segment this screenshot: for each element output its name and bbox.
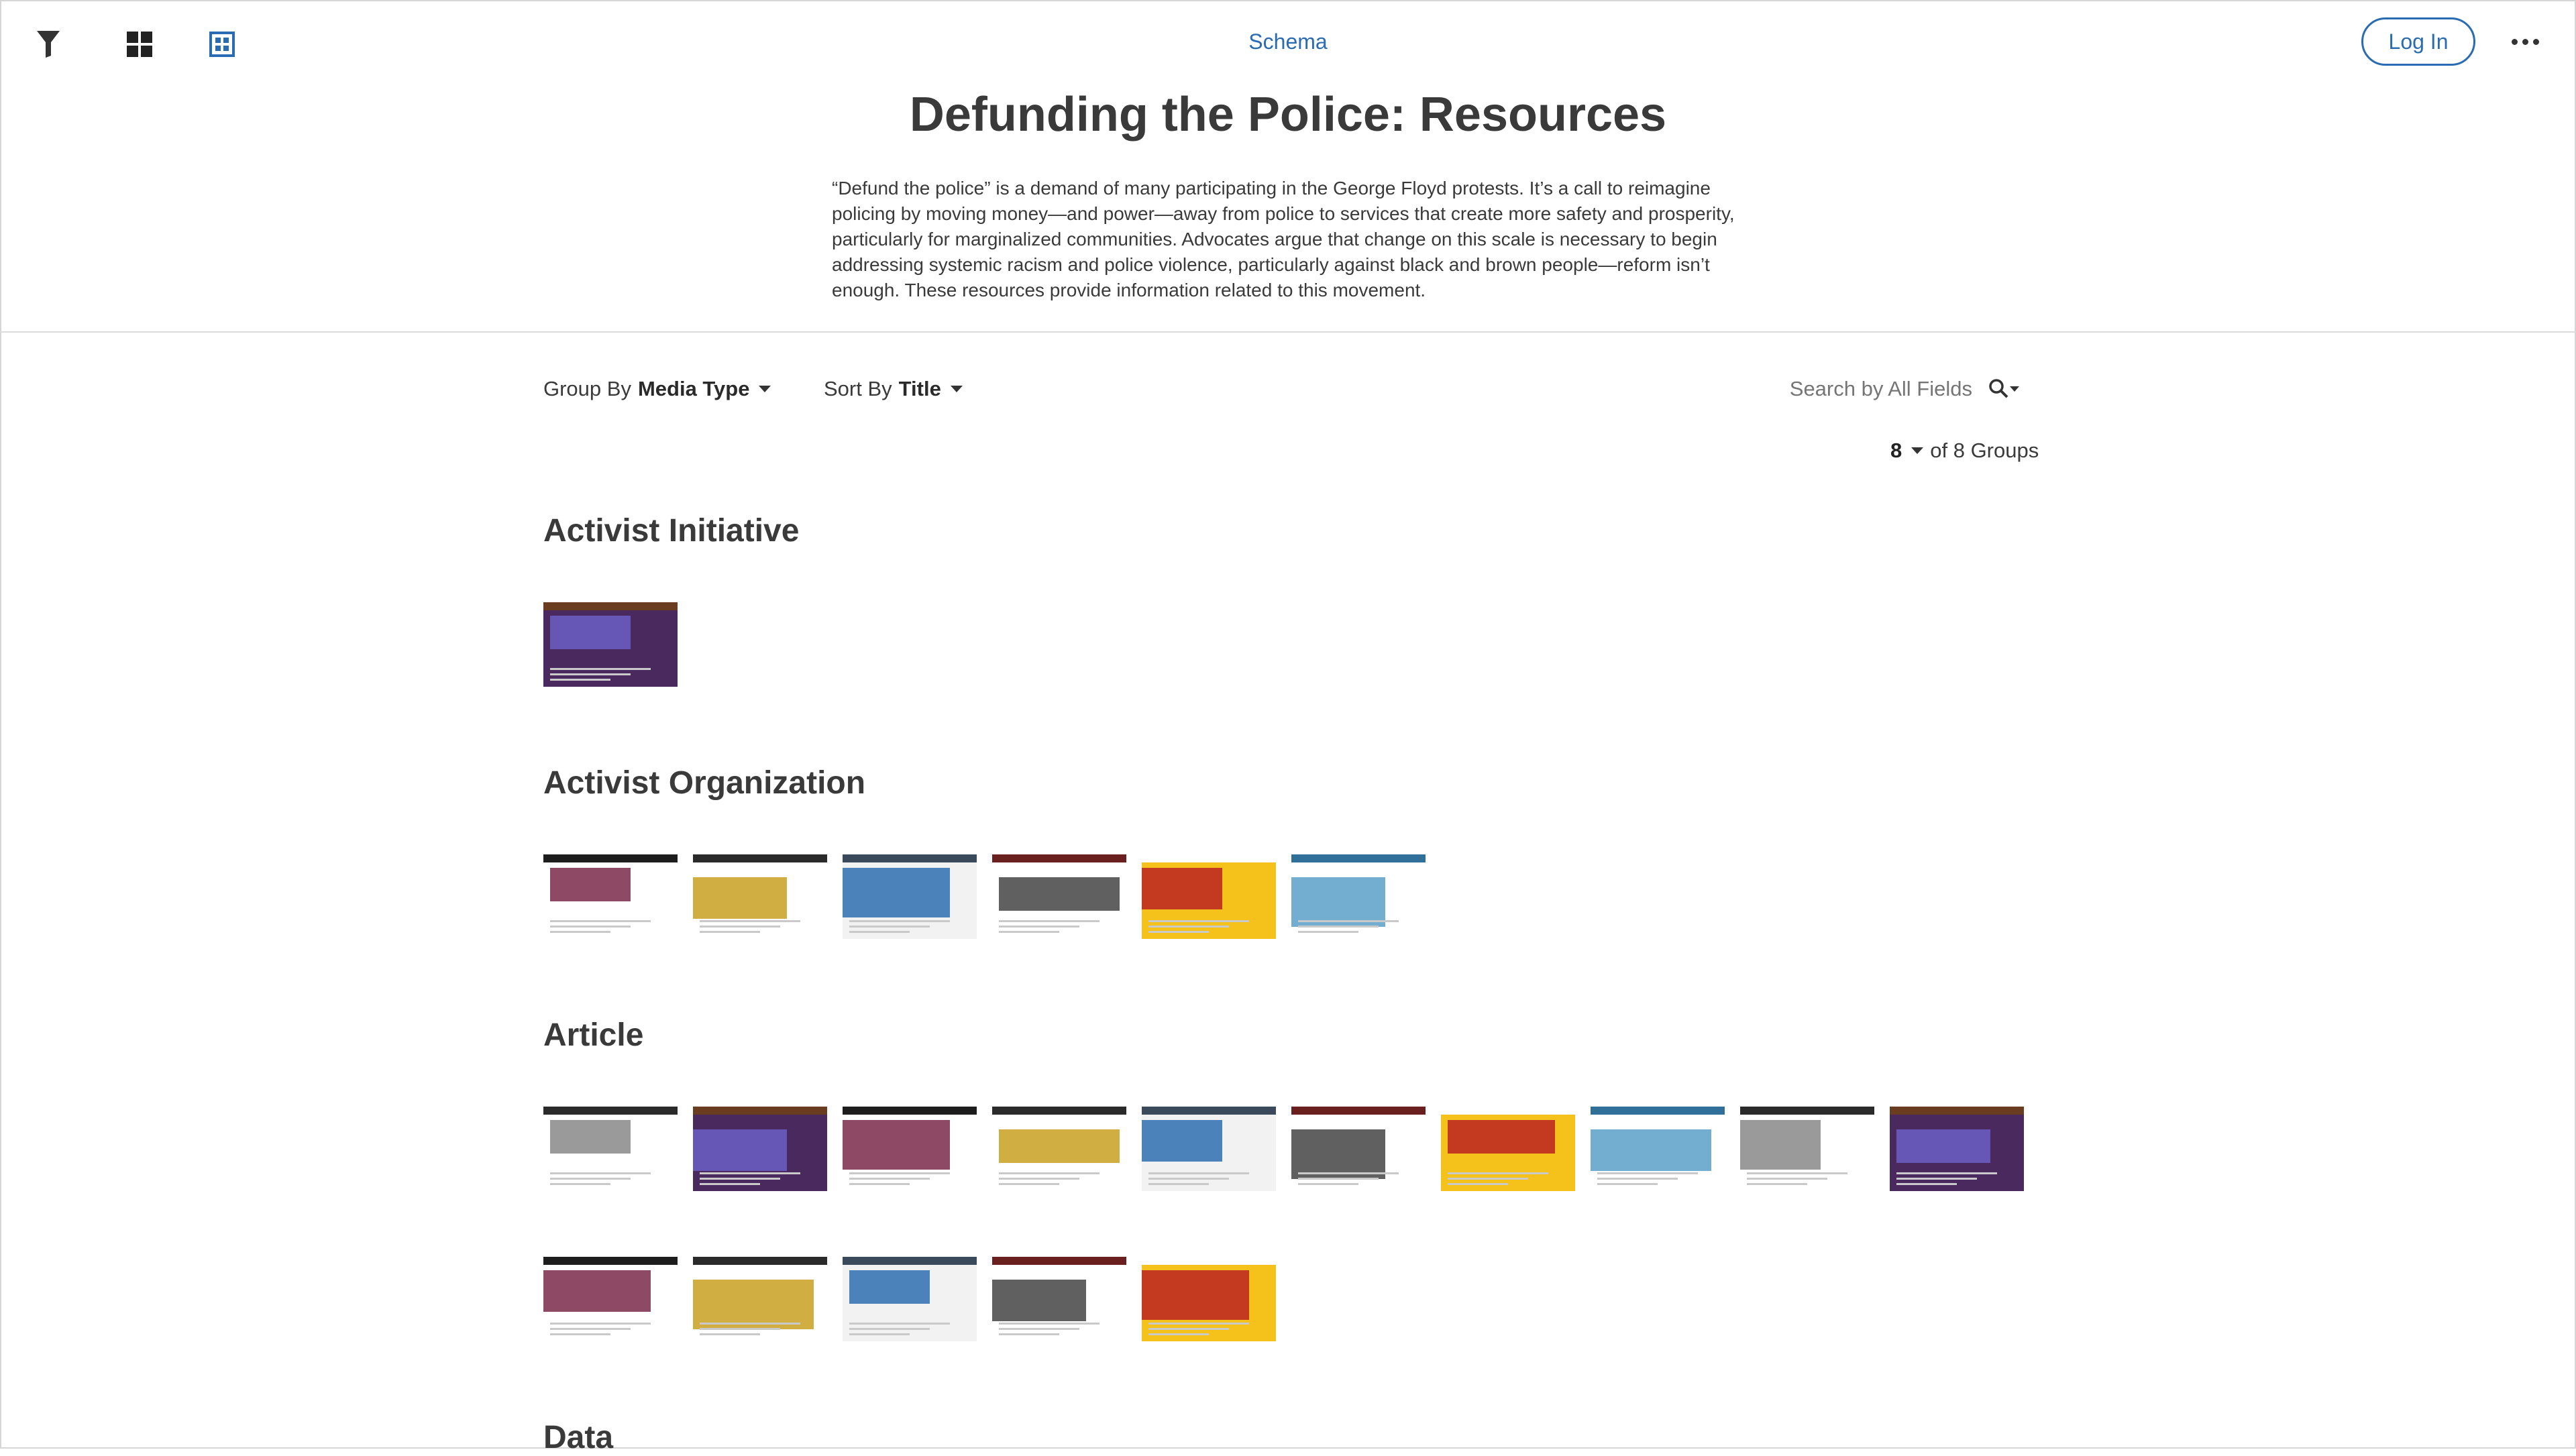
resource-thumbnail[interactable] [1441, 1107, 1575, 1191]
resource-thumbnail[interactable] [693, 1257, 827, 1341]
group-by-dropdown[interactable]: Group By Media Type [543, 377, 771, 401]
caret-down-icon[interactable] [1911, 447, 1924, 454]
resource-thumbnail[interactable] [1291, 854, 1426, 939]
resource-thumbnail[interactable] [543, 1107, 678, 1191]
gallery-view-icon[interactable] [203, 25, 241, 63]
resource-thumbnail[interactable] [1142, 854, 1276, 939]
resource-thumbnail[interactable] [992, 1107, 1126, 1191]
sort-by-prefix: Sort By [824, 377, 892, 400]
group-by-value: Media Type [637, 377, 750, 400]
resource-thumbnail[interactable] [1591, 1107, 1725, 1191]
resource-thumbnail[interactable] [1142, 1257, 1276, 1341]
more-dots-icon[interactable] [2505, 30, 2545, 54]
resource-thumbnail[interactable] [843, 1257, 977, 1341]
group-by-prefix: Group By [543, 377, 631, 400]
groups-total-text: of 8 Groups [1930, 439, 2039, 462]
resource-thumbnail[interactable] [1291, 1107, 1426, 1191]
resource-thumbnail[interactable] [693, 1107, 827, 1191]
group-title-activist-organization: Activist Organization [543, 765, 866, 801]
caret-down-icon [759, 386, 771, 392]
page-title: Defunding the Police: Resources [909, 88, 1667, 142]
group-title-activist-initiative: Activist Initiative [543, 513, 800, 549]
header-divider [0, 331, 2576, 333]
search-input[interactable] [1690, 377, 1972, 401]
resource-thumbnail[interactable] [693, 854, 827, 939]
resource-thumbnail[interactable] [1740, 1107, 1874, 1191]
groups-shown-selector[interactable]: 8 [1890, 439, 1902, 463]
group-title-data: Data [543, 1420, 614, 1455]
search-icon[interactable] [1988, 376, 2026, 402]
resource-thumbnail[interactable] [992, 854, 1126, 939]
login-button[interactable]: Log In [2361, 17, 2475, 66]
grid-view-icon[interactable] [121, 25, 158, 63]
group-title-article: Article [543, 1017, 644, 1053]
filter-icon[interactable] [30, 25, 67, 63]
groups-count: 8 of 8 Groups [1890, 439, 2039, 463]
schema-link[interactable]: Schema [1234, 30, 1342, 54]
resource-thumbnail[interactable] [543, 1257, 678, 1341]
page-description: “Defund the police” is a demand of many … [832, 178, 1735, 300]
caret-down-icon [950, 386, 963, 392]
caret-down-icon [2010, 386, 2019, 392]
resource-thumbnail[interactable] [1142, 1107, 1276, 1191]
resource-thumbnail[interactable] [843, 854, 977, 939]
sort-by-value: Title [898, 377, 941, 400]
resource-thumbnail[interactable] [843, 1107, 977, 1191]
resource-thumbnail[interactable] [1890, 1107, 2024, 1191]
resource-thumbnail[interactable] [543, 602, 678, 687]
sort-by-dropdown[interactable]: Sort By Title [824, 377, 963, 401]
resource-thumbnail[interactable] [543, 854, 678, 939]
resource-thumbnail[interactable] [992, 1257, 1126, 1341]
